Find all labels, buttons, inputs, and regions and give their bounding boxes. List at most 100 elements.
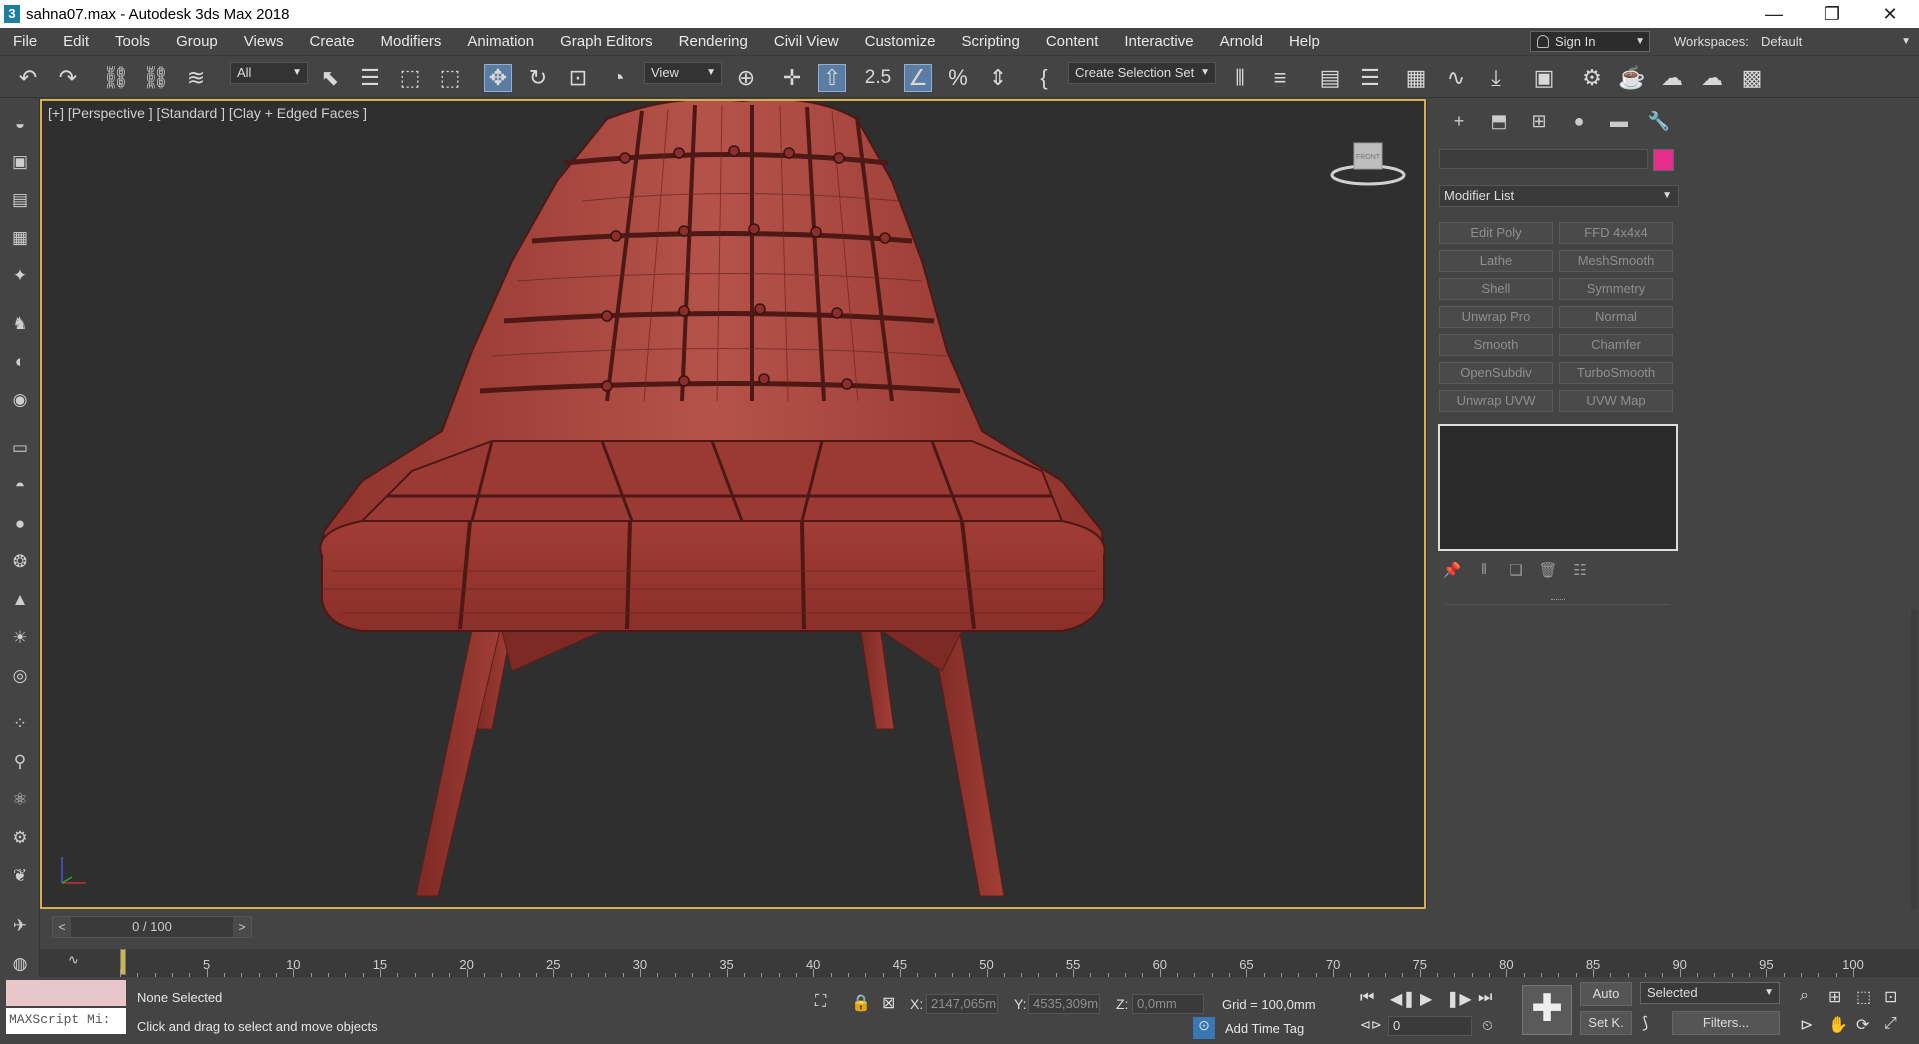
menu-file[interactable]: File xyxy=(0,28,50,56)
next-key-icon[interactable]: ❚▶ xyxy=(1446,989,1472,1009)
selection-filter-dropdown[interactable]: All ▼ xyxy=(230,62,308,84)
stone-icon[interactable]: ◍ xyxy=(8,952,32,976)
menu-customize[interactable]: Customize xyxy=(852,28,949,56)
menu-civil-view[interactable]: Civil View xyxy=(761,28,852,56)
select-by-name-icon[interactable]: ☰ xyxy=(356,64,384,92)
command-panel-scrollbar[interactable] xyxy=(1911,609,1917,909)
sign-in-dropdown[interactable]: Sign In ▼ xyxy=(1530,31,1650,52)
menu-scripting[interactable]: Scripting xyxy=(948,28,1032,56)
modifier-smooth-button[interactable]: Smooth xyxy=(1439,334,1553,356)
light-icon[interactable]: ✦ xyxy=(8,264,32,288)
orbit-icon[interactable]: ◐ xyxy=(8,350,32,374)
render-setup-icon[interactable]: ⚙ xyxy=(1578,64,1606,92)
add-time-tag-button[interactable]: Add Time Tag xyxy=(1225,1021,1304,1036)
viewcube-icon[interactable]: FRONT xyxy=(1328,133,1408,193)
utilities-tab-icon[interactable]: 🔧 xyxy=(1639,109,1679,133)
sphere-icon[interactable]: ● xyxy=(8,512,32,536)
hf-icon[interactable]: ✈ xyxy=(8,914,32,938)
a360-gallery-icon[interactable]: ▩ xyxy=(1738,64,1766,92)
select-and-place-icon[interactable]: ◔ xyxy=(604,64,632,92)
scene-explorer-icon[interactable]: ▦ xyxy=(1402,64,1430,92)
3dsmax-app-icon[interactable]: 3 xyxy=(4,5,20,23)
toggle-ribbon-icon[interactable]: ☰ xyxy=(1356,64,1384,92)
modifier-uvw-map-button[interactable]: UVW Map xyxy=(1559,390,1673,412)
window-crossing-icon[interactable]: ⬚ xyxy=(436,64,464,92)
plane-icon[interactable]: ▭ xyxy=(8,436,32,460)
rectangular-selection-icon[interactable]: ⬚ xyxy=(396,64,424,92)
menu-content[interactable]: Content xyxy=(1033,28,1112,56)
key-filters-button[interactable]: Filters... xyxy=(1672,1011,1780,1035)
layer-explorer-icon[interactable]: ▤ xyxy=(1316,64,1344,92)
selection-lock-icon[interactable]: 🔒 xyxy=(851,993,871,1013)
isolate-selection-icon[interactable]: ⛶ xyxy=(815,993,826,1011)
zoom-extents-icon[interactable]: ⬚ xyxy=(1856,987,1871,1007)
workspace-select[interactable]: Default ▼ xyxy=(1757,31,1915,52)
modifier-edit-poly-button[interactable]: Edit Poly xyxy=(1439,222,1553,244)
auto-key-button[interactable]: Auto xyxy=(1580,982,1632,1006)
camera-icon[interactable]: ◉ xyxy=(8,388,32,412)
previous-frame-button[interactable]: < xyxy=(53,917,71,937)
keyboard-shortcut-override-icon[interactable]: ⇧ xyxy=(818,64,846,92)
modifier-stack[interactable] xyxy=(1438,424,1678,551)
plant-icon[interactable]: ❦ xyxy=(8,864,32,888)
maximize-button[interactable]: ❐ xyxy=(1803,0,1861,28)
particles-icon[interactable]: ⁘ xyxy=(8,712,32,736)
perspective-viewport[interactable]: [+] [Perspective ] [Standard ] [Clay + E… xyxy=(40,99,1426,909)
selection-set-dropdown[interactable]: Selected ▼ xyxy=(1640,982,1780,1004)
maxscript-mini-listener[interactable]: MAXScript Mi: xyxy=(6,1008,126,1034)
nodes-icon[interactable]: ⚛ xyxy=(8,788,32,812)
hierarchy-tab-icon[interactable]: ⊞ xyxy=(1519,109,1559,133)
close-button[interactable]: ✕ xyxy=(1861,0,1919,28)
rendered-frame-window-icon[interactable]: ☕ xyxy=(1618,64,1646,92)
modifier-symmetry-button[interactable]: Symmetry xyxy=(1559,278,1673,300)
modifier-turbosmooth-button[interactable]: TurboSmooth xyxy=(1559,362,1673,384)
default-in-out-tangents-icon[interactable]: ⟆ xyxy=(1642,1013,1648,1033)
modifier-chamfer-button[interactable]: Chamfer xyxy=(1559,334,1673,356)
undo-icon[interactable]: ↶ xyxy=(14,64,42,92)
modifier-unwrap-uvw-button[interactable]: Unwrap UVW xyxy=(1439,390,1553,412)
hemisphere-icon[interactable]: ◓ xyxy=(8,474,32,498)
set-key-button[interactable]: Set K. xyxy=(1580,1011,1632,1035)
named-selection-set-dropdown[interactable]: Create Selection Set ▼ xyxy=(1068,62,1216,84)
material-sphere-icon[interactable]: ◎ xyxy=(8,664,32,688)
show-end-result-icon[interactable]: ‖ xyxy=(1471,561,1497,583)
helper-icon[interactable]: ❂ xyxy=(8,550,32,574)
play-icon[interactable]: ▶ xyxy=(1420,989,1432,1009)
object-name-field[interactable] xyxy=(1439,149,1648,169)
time-slider[interactable]: < 0 / 100 > xyxy=(40,909,1919,949)
menu-interactive[interactable]: Interactive xyxy=(1111,28,1206,56)
modifier-normal-button[interactable]: Normal xyxy=(1559,306,1673,328)
render-frame-icon[interactable]: ▣ xyxy=(8,150,32,174)
z-coordinate-field[interactable]: 0,0mm xyxy=(1132,994,1204,1014)
zoom-icon[interactable]: ⌕ xyxy=(1800,987,1809,1005)
spinner-snap-icon[interactable]: ⇕ xyxy=(984,64,1012,92)
configure-modifier-sets-icon[interactable]: ☷ xyxy=(1567,561,1593,583)
redo-icon[interactable]: ↷ xyxy=(54,64,82,92)
bone-icon[interactable]: ⚲ xyxy=(8,750,32,774)
pan-view-icon[interactable]: ✋ xyxy=(1828,1015,1848,1035)
rollout-grip[interactable] xyxy=(1551,599,1565,602)
render-in-cloud-icon[interactable]: ☁ xyxy=(1698,64,1726,92)
curve-editor-icon[interactable]: ∿ xyxy=(1442,64,1470,92)
menu-graph-editors[interactable]: Graph Editors xyxy=(547,28,666,56)
maxscript-listener-output[interactable] xyxy=(6,980,126,1006)
create-tab-icon[interactable]: + xyxy=(1439,109,1479,133)
cone-icon[interactable]: ▲ xyxy=(8,588,32,612)
select-and-link-icon[interactable]: ⛓ xyxy=(102,64,130,92)
modifier-opensubdiv-button[interactable]: OpenSubdiv xyxy=(1439,362,1553,384)
percent-snap-icon[interactable]: % xyxy=(944,64,972,92)
set-key-icon[interactable]: ✚ xyxy=(1522,985,1572,1035)
mirror-icon[interactable]: ⫴ xyxy=(1226,64,1254,92)
menu-help[interactable]: Help xyxy=(1276,28,1333,56)
modifier-lathe-button[interactable]: Lathe xyxy=(1439,250,1553,272)
schematic-view-icon[interactable]: ⤓ xyxy=(1482,64,1510,92)
character-icon[interactable]: ♞ xyxy=(8,312,32,336)
angle-snap-icon[interactable]: ∠ xyxy=(904,64,932,92)
modifier-shell-button[interactable]: Shell xyxy=(1439,278,1553,300)
zoom-extents-all-icon[interactable]: ⊡ xyxy=(1884,987,1897,1007)
field-of-view-icon[interactable]: ⊳ xyxy=(1800,1015,1813,1035)
settings-gear-icon[interactable]: ⚙ xyxy=(8,826,32,850)
go-to-start-icon[interactable]: ⏮ xyxy=(1360,989,1374,1007)
zoom-all-icon[interactable]: ⊞ xyxy=(1828,987,1841,1007)
absolute-transform-icon[interactable]: ⊠ xyxy=(882,993,895,1013)
